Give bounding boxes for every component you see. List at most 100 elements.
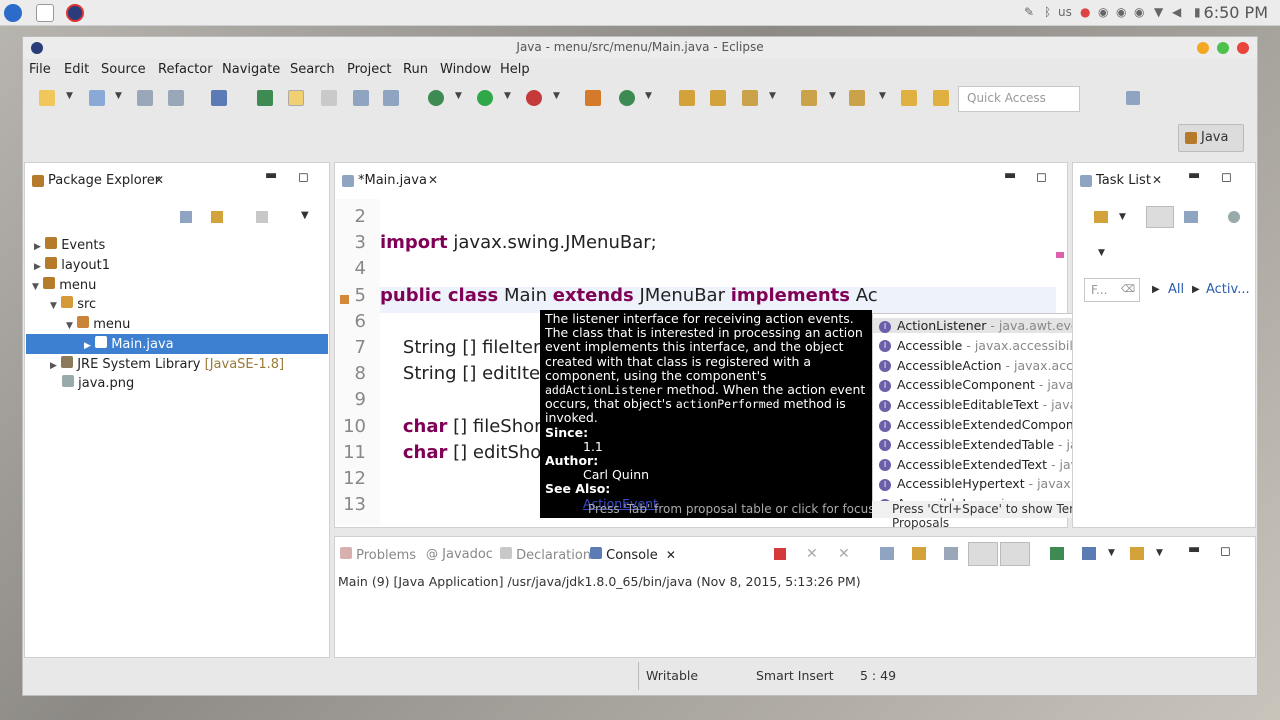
previous-annotation-icon[interactable] xyxy=(849,90,865,106)
remove-all-icon[interactable]: ✕ xyxy=(838,546,850,562)
close-button[interactable] xyxy=(1237,42,1249,54)
minimize-view-icon[interactable]: ▬ xyxy=(1188,542,1200,557)
chevron-down-icon[interactable]: ▼ xyxy=(1156,548,1163,558)
close-icon[interactable]: ✕ xyxy=(1152,173,1162,187)
chevron-down-icon[interactable]: ▼ xyxy=(115,91,122,101)
status-insert-mode[interactable]: Smart Insert xyxy=(756,668,834,683)
menu-run[interactable]: Run xyxy=(403,62,428,77)
remove-launch-icon[interactable]: ✕ xyxy=(806,546,818,562)
menu-source[interactable]: Source xyxy=(101,62,146,77)
skip-breakpoints-icon[interactable] xyxy=(211,90,227,106)
clear-console-icon[interactable] xyxy=(880,547,894,560)
block-selection-icon[interactable] xyxy=(353,90,369,106)
chevron-down-icon[interactable]: ▼ xyxy=(1108,548,1115,558)
menu-help[interactable]: Help xyxy=(500,62,530,77)
overview-ruler-marker[interactable] xyxy=(1056,252,1064,258)
menu-refactor[interactable]: Refactor xyxy=(158,62,213,77)
fedora-icon[interactable] xyxy=(4,4,22,22)
chevron-down-icon[interactable]: ▼ xyxy=(769,91,776,101)
minimize-button[interactable] xyxy=(1197,42,1209,54)
scheduled-icon[interactable] xyxy=(1184,211,1198,223)
new-task-icon[interactable] xyxy=(1094,211,1108,223)
link-with-editor-icon[interactable] xyxy=(211,211,223,223)
terminate-icon[interactable] xyxy=(774,548,786,560)
proposal-item[interactable]: I Accessible - javax.accessibility xyxy=(879,338,1089,353)
open-task-icon[interactable] xyxy=(710,90,726,106)
code-line[interactable]: char [] editShor xyxy=(380,442,549,463)
wifi-icon[interactable]: ▼ xyxy=(1154,5,1163,19)
keyboard-layout[interactable]: us xyxy=(1058,5,1072,19)
menu-search[interactable]: Search xyxy=(290,62,335,77)
battery-icon[interactable]: ▮ xyxy=(1194,5,1201,19)
maximize-view-icon[interactable]: ◻ xyxy=(1036,170,1047,185)
chevron-down-icon[interactable]: ▼ xyxy=(1119,212,1126,222)
menu-window[interactable]: Window xyxy=(440,62,491,77)
open-type-icon[interactable] xyxy=(679,90,695,106)
tree-item-main-java[interactable]: ▶ Main.java xyxy=(26,334,328,354)
status-icon[interactable]: ◉ xyxy=(1098,5,1108,19)
activate-task-link[interactable]: Activ... xyxy=(1206,282,1250,297)
bluetooth-icon[interactable]: ᛒ xyxy=(1044,5,1051,19)
external-tools-icon[interactable] xyxy=(526,90,542,106)
volume-icon[interactable]: ◀ xyxy=(1172,5,1181,19)
new-java-package-icon[interactable] xyxy=(585,90,601,106)
collapse-all-icon[interactable] xyxy=(180,211,192,223)
maximize-view-icon[interactable]: ◻ xyxy=(1220,544,1231,559)
minimize-view-icon[interactable]: ▬ xyxy=(1188,168,1200,183)
tree-item-layout1[interactable]: ▶ layout1 xyxy=(34,257,110,273)
code-line[interactable]: String [] fileItem xyxy=(380,337,551,358)
show-stderr-toggle[interactable] xyxy=(1000,542,1030,566)
focus-icon[interactable] xyxy=(1228,211,1240,223)
chevron-down-icon[interactable]: ▼ xyxy=(504,91,511,101)
save-icon[interactable] xyxy=(137,90,153,106)
toggle-icon[interactable] xyxy=(321,90,337,106)
tree-item-jre[interactable]: ▶ JRE System Library [JavaSE-1.8] xyxy=(50,356,284,372)
collapse-icon[interactable]: ▼ xyxy=(66,321,73,331)
chevron-down-icon[interactable]: ▼ xyxy=(455,91,462,101)
menu-edit[interactable]: Edit xyxy=(64,62,89,77)
menu-project[interactable]: Project xyxy=(347,62,391,77)
code-line[interactable]: import javax.swing.JMenuBar; xyxy=(380,232,657,253)
tab-javadoc[interactable]: @ Javadoc xyxy=(426,547,493,562)
task-filter-input[interactable]: F... ⌫ xyxy=(1084,278,1140,302)
tree-item-menu-package[interactable]: ▼ menu xyxy=(66,316,130,332)
categorized-toggle[interactable] xyxy=(1146,206,1174,228)
show-whitespace-icon[interactable] xyxy=(383,90,399,106)
collapse-icon[interactable]: ▼ xyxy=(50,301,57,311)
debug-run-icon[interactable] xyxy=(428,90,444,106)
minimize-view-icon[interactable]: ▬ xyxy=(1004,168,1016,183)
new-project-icon[interactable] xyxy=(89,90,105,106)
word-wrap-icon[interactable] xyxy=(944,547,958,560)
minimize-view-icon[interactable]: ▬ xyxy=(265,168,277,183)
expand-icon[interactable]: ▶ xyxy=(50,361,57,371)
chevron-down-icon[interactable]: ▼ xyxy=(829,91,836,101)
chevron-down-icon[interactable]: ▼ xyxy=(879,91,886,101)
tab-problems[interactable]: Problems xyxy=(340,547,416,563)
chevron-down-icon[interactable]: ▼ xyxy=(301,210,309,221)
new-class-icon[interactable] xyxy=(619,90,635,106)
chevron-down-icon[interactable]: ▼ xyxy=(66,91,73,101)
close-icon[interactable]: ✕ xyxy=(666,548,676,562)
code-line[interactable]: String [] editIter xyxy=(380,363,548,384)
expand-icon[interactable]: ▶ xyxy=(34,242,41,252)
close-icon[interactable]: ✕ xyxy=(428,173,438,187)
chevron-down-icon[interactable]: ▼ xyxy=(553,91,560,101)
pin-console-icon[interactable] xyxy=(1050,547,1064,560)
debug-icon[interactable] xyxy=(257,90,273,106)
java-perspective-button[interactable]: Java xyxy=(1178,124,1244,152)
menu-file[interactable]: File xyxy=(29,62,51,77)
menu-navigate[interactable]: Navigate xyxy=(222,62,280,77)
status-icon[interactable]: ◉ xyxy=(1116,5,1126,19)
close-icon[interactable]: ✕ xyxy=(154,173,164,187)
expand-icon[interactable]: ▶ xyxy=(84,341,91,351)
last-edit-location-icon[interactable] xyxy=(901,90,917,106)
javadoc-popup[interactable]: The listener interface for receiving act… xyxy=(540,310,872,518)
chevron-down-icon[interactable]: ▼ xyxy=(645,91,652,101)
code-line[interactable]: char [] fileShort xyxy=(380,416,549,437)
search-icon[interactable] xyxy=(742,90,758,106)
tab-package-explorer[interactable]: Package Explorer ✕ xyxy=(26,164,176,198)
eclipse-app-icon[interactable] xyxy=(66,4,84,22)
tab-declaration[interactable]: Declaration xyxy=(500,547,591,563)
all-tasks-link[interactable]: All xyxy=(1168,282,1184,297)
open-perspective-icon[interactable] xyxy=(1118,84,1148,112)
